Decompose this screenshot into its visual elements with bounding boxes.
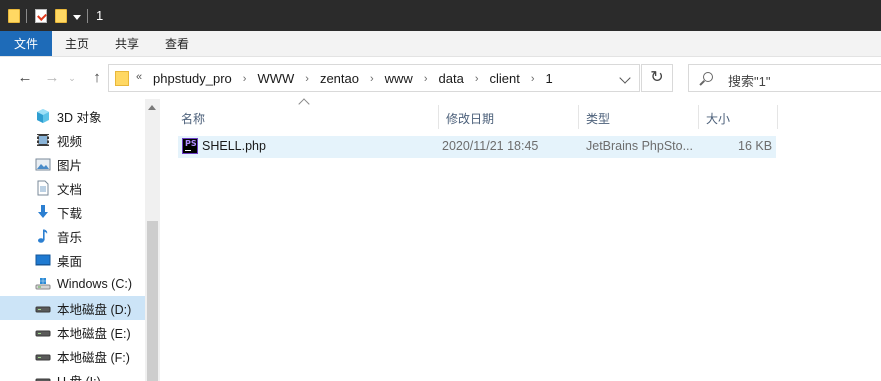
folder-icon	[115, 71, 129, 86]
breadcrumb-separator-icon[interactable]: ›	[243, 73, 247, 85]
address-dropdown-icon[interactable]	[619, 72, 631, 84]
tab-home[interactable]: 主页	[52, 31, 102, 56]
sidebar-item-documents[interactable]: 文档	[0, 176, 145, 200]
refresh-button[interactable]: ↻	[641, 64, 673, 92]
ribbon-tabs: 文件 主页 共享 查看	[0, 31, 881, 57]
file-list: 名称 修改日期 类型 大小 PS SHELL.php 2020/11/21 18…	[160, 98, 881, 381]
address-bar[interactable]: « phpstudy_pro › WWW › zentao › www › da…	[108, 64, 640, 92]
sidebar-item-drive-d[interactable]: 本地磁盘 (D:)	[0, 296, 145, 320]
search-icon	[703, 72, 713, 82]
forward-button[interactable]: →	[44, 70, 60, 86]
downloads-icon	[35, 204, 51, 220]
search-placeholder: 搜索"1"	[728, 74, 771, 89]
recent-locations-chevron-icon[interactable]: ⌄	[64, 70, 80, 86]
breadcrumb-item[interactable]: WWW	[257, 71, 294, 86]
breadcrumb-item[interactable]: www	[385, 71, 413, 86]
breadcrumb-item[interactable]: data	[439, 71, 464, 86]
breadcrumb-item[interactable]: 1	[546, 71, 553, 86]
navigation-pane: 3D 对象 视频 图片 文档 下载 音乐 桌面 Windows (C:) 本地磁…	[0, 99, 160, 381]
scroll-up-icon[interactable]	[148, 105, 156, 110]
sidebar-item-drive-e[interactable]: 本地磁盘 (E:)	[0, 320, 145, 344]
tab-file[interactable]: 文件	[0, 31, 53, 56]
sidebar-item-drive-f[interactable]: 本地磁盘 (F:)	[0, 344, 145, 368]
folder-icon	[8, 8, 20, 23]
sidebar-item-label: 本地磁盘 (F:)	[57, 350, 130, 365]
sidebar-item-label: 音乐	[57, 230, 83, 245]
breadcrumb: phpstudy_pro › WWW › zentao › www › data…	[153, 71, 553, 86]
tab-view[interactable]: 查看	[152, 31, 202, 56]
toolbar-divider	[26, 8, 27, 23]
sidebar-item-label: 本地磁盘 (D:)	[57, 302, 132, 317]
column-divider[interactable]	[777, 105, 778, 129]
scrollbar-thumb[interactable]	[147, 221, 158, 381]
address-row: ← → ⌄ ↑ « phpstudy_pro › WWW › zentao › …	[0, 57, 881, 99]
phpstorm-file-icon: PS	[182, 138, 198, 154]
search-input[interactable]: 搜索"1"	[688, 64, 881, 92]
documents-icon	[35, 180, 51, 196]
desktop-icon	[35, 252, 51, 268]
sidebar-scrollbar[interactable]	[145, 99, 160, 381]
sidebar-item-videos[interactable]: 视频	[0, 128, 145, 152]
file-name: SHELL.php	[202, 139, 266, 153]
sidebar-item-label: 下载	[57, 206, 83, 221]
drive-icon	[35, 300, 51, 316]
table-row[interactable]: PS SHELL.php 2020/11/21 18:45 JetBrains …	[178, 136, 776, 158]
pictures-icon	[35, 156, 51, 172]
sidebar-item-music[interactable]: 音乐	[0, 224, 145, 248]
sidebar-item-label: 文档	[57, 182, 83, 197]
properties-icon[interactable]	[35, 8, 47, 23]
sidebar-item-label: 本地磁盘 (E:)	[57, 326, 131, 341]
tab-share[interactable]: 共享	[102, 31, 152, 56]
column-header-type[interactable]: 类型	[579, 105, 699, 131]
quick-access-dropdown-icon[interactable]	[73, 14, 81, 20]
breadcrumb-separator-icon[interactable]: ›	[424, 73, 428, 85]
sidebar-item-label: 桌面	[57, 254, 83, 269]
toolbar-divider	[87, 8, 88, 23]
video-icon	[35, 132, 51, 148]
file-modified: 2020/11/21 18:45	[442, 139, 539, 153]
file-size: 16 KB	[738, 139, 773, 153]
breadcrumb-separator-icon[interactable]: ›	[531, 73, 535, 85]
breadcrumb-item[interactable]: client	[489, 71, 519, 86]
breadcrumb-separator-icon[interactable]: ›	[475, 73, 479, 85]
up-button[interactable]: ↑	[89, 70, 105, 86]
sidebar-item-label: U 盘 (I:)	[57, 371, 101, 381]
window-title: 1	[96, 8, 104, 23]
sidebar-item-label: 视频	[57, 134, 83, 149]
title-bar: 1	[0, 0, 881, 31]
back-button[interactable]: ←	[17, 70, 33, 86]
music-icon	[35, 228, 51, 244]
breadcrumb-separator-icon[interactable]: ›	[370, 73, 374, 85]
3d-objects-icon	[35, 108, 51, 124]
breadcrumb-separator-icon[interactable]: ›	[305, 73, 309, 85]
new-folder-icon[interactable]	[55, 8, 67, 23]
drive-icon	[35, 324, 51, 340]
breadcrumb-item[interactable]: zentao	[320, 71, 359, 86]
sidebar-item-usb-i[interactable]: U 盘 (I:)	[0, 368, 145, 381]
file-type: JetBrains PhpSto...	[586, 139, 692, 153]
address-overflow-icon[interactable]: «	[136, 71, 142, 83]
sidebar-item-label: 3D 对象	[57, 110, 102, 125]
breadcrumb-item[interactable]: phpstudy_pro	[153, 71, 232, 86]
sidebar-item-label: Windows (C:)	[57, 277, 133, 291]
column-header-size[interactable]: 大小	[699, 105, 778, 131]
sidebar-item-desktop[interactable]: 桌面	[0, 248, 145, 272]
sidebar-item-3d-objects[interactable]: 3D 对象	[0, 104, 145, 128]
column-header-name[interactable]: 名称	[174, 105, 439, 131]
sidebar-item-windows-c[interactable]: Windows (C:)	[0, 272, 145, 296]
sidebar-item-pictures[interactable]: 图片	[0, 152, 145, 176]
usb-drive-icon	[35, 372, 51, 381]
drive-icon	[35, 348, 51, 364]
system-drive-icon	[35, 276, 51, 292]
column-header-modified[interactable]: 修改日期	[439, 105, 579, 131]
sidebar-item-downloads[interactable]: 下载	[0, 200, 145, 224]
sidebar-item-label: 图片	[57, 158, 83, 173]
